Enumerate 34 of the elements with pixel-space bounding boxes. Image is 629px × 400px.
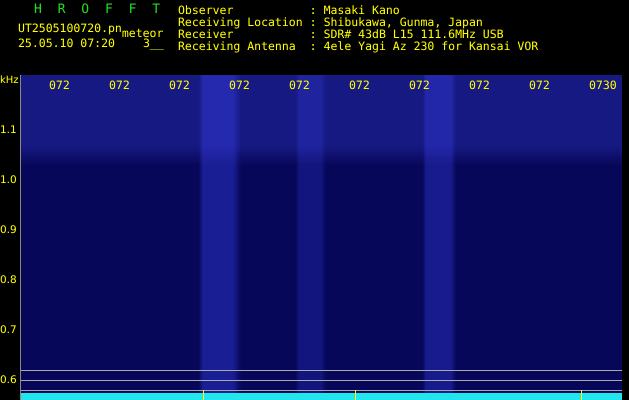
info-value: Shibukawa, Gunma, Japan (324, 16, 484, 28)
time-label: 072 (528, 78, 550, 92)
axis-label: 1.0 (0, 174, 17, 186)
time-label: 072 (108, 78, 130, 92)
count-label: 3__ (142, 37, 164, 49)
info-separator: : (310, 4, 317, 16)
time-label: 072 (288, 78, 310, 92)
info-separator: : (310, 28, 317, 40)
app-title: H R O F F T (33, 4, 166, 18)
axis-label: 0.6 (0, 374, 17, 386)
info-value: 4ele Yagi Az 230 for Kansai VOR (324, 40, 538, 52)
info-separator: : (310, 40, 317, 52)
info-separator: : (310, 16, 317, 28)
time-label: 072 (228, 78, 250, 92)
time-label: 072 (468, 78, 490, 92)
info-label: Receiving Location (178, 16, 303, 28)
info-label: Receiving Antenna (178, 40, 297, 52)
time-label: 072 (408, 78, 430, 92)
time-label: 0730 (588, 78, 617, 92)
axis-label: 1.1 (0, 124, 17, 136)
tag-label: meteor (122, 27, 164, 39)
file-name: UT2505100720.pn (18, 22, 122, 34)
info-label: Observer (178, 4, 234, 16)
time-label: 072 (48, 78, 70, 92)
time-label: 072 (348, 78, 370, 92)
date-time: 25.05.10 07:20 (18, 37, 115, 49)
info-value: Masaki Kano (324, 4, 401, 16)
info-value: SDR# 43dB L15 111.6MHz USB (324, 28, 505, 40)
info-label: Receiver (178, 28, 234, 40)
axis-label: 0.8 (0, 274, 17, 286)
axis-label: 0.9 (0, 224, 17, 236)
time-label: 072 (168, 78, 190, 92)
axis-label: 0.7 (0, 324, 17, 336)
axis-unit: kHz (0, 75, 19, 87)
